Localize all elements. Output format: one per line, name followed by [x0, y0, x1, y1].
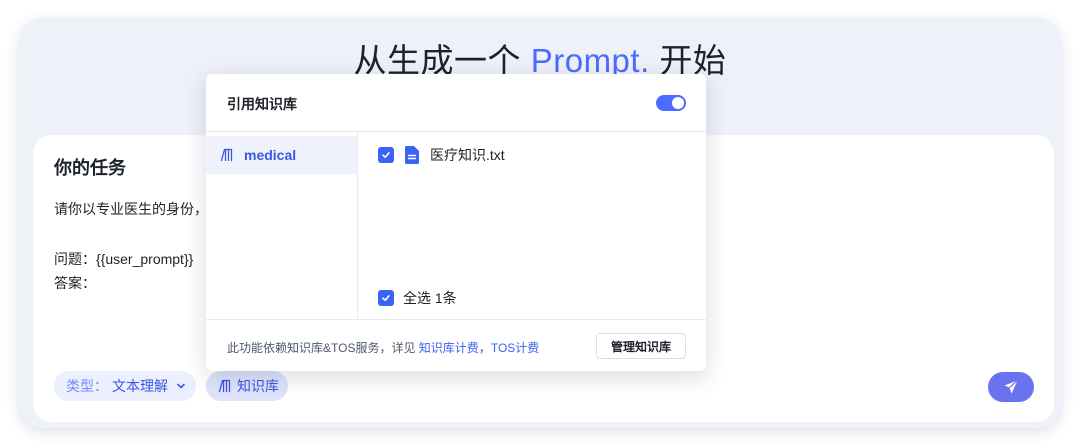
popup-footer: 此功能依赖知识库&TOS服务，详见 知识库计费，TOS计费 管理知识库 [206, 319, 706, 371]
books-icon [218, 379, 232, 393]
popup-title: 引用知识库 [227, 96, 297, 112]
manage-knowledge-base-button[interactable]: 管理知识库 [596, 333, 686, 359]
file-checkbox[interactable] [378, 147, 394, 163]
type-label: 类型： [66, 378, 108, 394]
file-name: 医疗知识.txt [430, 147, 505, 163]
knowledge-base-button[interactable]: 知识库 [206, 371, 288, 401]
knowledge-base-list: medical [206, 132, 358, 319]
check-icon [382, 152, 390, 158]
knowledge-base-toggle[interactable] [656, 95, 686, 111]
file-row[interactable]: 医疗知识.txt [378, 146, 505, 164]
select-all[interactable]: 全选 1条 [378, 289, 457, 307]
knowledge-base-popup: 引用知识库 medical 医疗知识.txt 全选 1条 此功能依赖知识库&TO… [206, 74, 706, 371]
knowledge-base-name: medical [244, 147, 297, 163]
toggle-knob [672, 97, 684, 109]
select-all-checkbox[interactable] [378, 290, 394, 306]
books-icon [220, 148, 234, 162]
task-line-3[interactable]: 答案： [54, 273, 96, 293]
select-all-label: 全选 1条 [403, 290, 457, 306]
footer-note: 此功能依赖知识库&TOS服务，详见 知识库计费，TOS计费 [227, 339, 539, 356]
kb-pricing-link[interactable]: 知识库计费 [419, 341, 479, 355]
footer-separator: ， [478, 341, 491, 355]
task-line-2[interactable]: 问题：{{user_prompt}} [54, 249, 193, 269]
footer-note-text: 此功能依赖知识库&TOS服务，详见 [227, 341, 419, 355]
type-value: 文本理解 [112, 378, 168, 394]
document-icon [405, 146, 419, 164]
chevron-down-icon [176, 381, 186, 391]
task-heading: 你的任务 [54, 158, 126, 178]
type-dropdown[interactable]: 类型： 文本理解 [54, 371, 196, 401]
popup-header: 引用知识库 [206, 74, 706, 132]
knowledge-base-item[interactable]: medical [206, 136, 357, 174]
send-button[interactable] [988, 372, 1034, 402]
paper-plane-icon [1003, 379, 1019, 395]
task-line-1[interactable]: 请你以专业医生的身份， [54, 199, 208, 219]
knowledge-base-label: 知识库 [237, 378, 279, 394]
check-icon [382, 295, 390, 301]
tos-pricing-link[interactable]: TOS计费 [491, 341, 539, 355]
